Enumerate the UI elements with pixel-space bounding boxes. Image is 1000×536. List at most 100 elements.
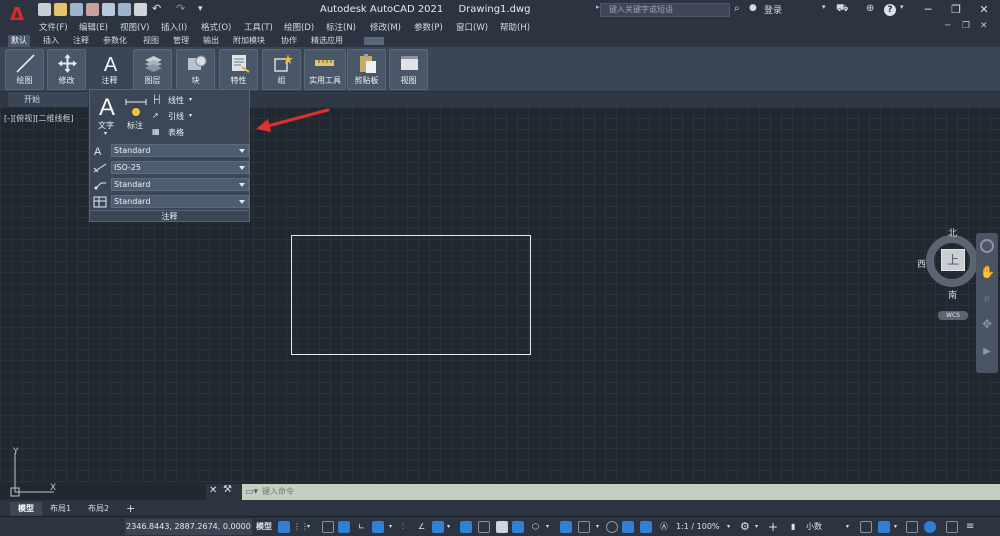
showmotion-icon[interactable]: ▶: [980, 345, 994, 359]
leader-button[interactable]: 引线: [168, 111, 184, 122]
user-icon[interactable]: ●: [749, 3, 757, 13]
infer-constraints-icon[interactable]: [322, 521, 334, 533]
object-snap-icon[interactable]: [432, 521, 444, 533]
dynamic-ucs-icon[interactable]: ⬡: [532, 520, 539, 534]
ucs-dropdown-icon[interactable]: ▾: [546, 520, 549, 534]
utilities-button[interactable]: 实用工具: [304, 49, 346, 90]
add-layout-button[interactable]: +: [118, 502, 143, 516]
units-icon[interactable]: ▮: [791, 520, 795, 534]
restore-button[interactable]: ❐: [942, 1, 970, 19]
search-input[interactable]: 键入关键字或短语: [600, 3, 730, 17]
leader-dropdown-icon[interactable]: ▾: [189, 112, 192, 119]
minimize-button[interactable]: ─: [914, 1, 942, 19]
draw-button[interactable]: 绘图: [5, 49, 44, 90]
quick-properties-icon[interactable]: [860, 521, 872, 533]
osnap-dropdown-icon[interactable]: ▾: [447, 520, 450, 534]
help-icon[interactable]: ?: [884, 4, 896, 16]
scale-dropdown-icon[interactable]: ▾: [727, 520, 730, 534]
menu-window[interactable]: 窗口(W): [456, 21, 488, 33]
close-icon[interactable]: ✕: [209, 485, 217, 496]
units-dropdown-icon[interactable]: ▾: [846, 520, 849, 534]
block-button[interactable]: 块: [176, 49, 215, 90]
plot-icon[interactable]: [134, 3, 147, 16]
new-file-icon[interactable]: [38, 3, 51, 16]
linear-dropdown-icon[interactable]: ▾: [189, 96, 192, 103]
tab-addins[interactable]: 附加模块: [230, 35, 268, 47]
tab-output[interactable]: 输出: [200, 35, 222, 47]
cart-icon[interactable]: ⛟: [836, 3, 849, 16]
view-button[interactable]: 视图: [389, 49, 428, 90]
polar-dropdown-icon[interactable]: ▾: [389, 520, 392, 534]
modify-button[interactable]: 修改: [47, 49, 86, 90]
doc-minimize-button[interactable]: ─: [945, 21, 950, 31]
save-icon[interactable]: [70, 3, 83, 16]
annotation-plus-icon[interactable]: +: [768, 520, 778, 534]
redo-icon[interactable]: ↷: [176, 3, 189, 16]
compass-south[interactable]: 南: [948, 288, 957, 301]
orbit-icon[interactable]: ✥: [980, 317, 994, 331]
save-web-icon[interactable]: [118, 3, 131, 16]
polar-tracking-icon[interactable]: [372, 521, 384, 533]
menu-tools[interactable]: 工具(T): [244, 21, 273, 33]
layers-button[interactable]: 图层: [133, 49, 172, 90]
viewport-controls-label[interactable]: [-][俯视][二维线框]: [4, 113, 74, 124]
steering-wheel-icon[interactable]: [980, 239, 994, 253]
selection-filter-icon[interactable]: [560, 521, 572, 533]
tab-insert[interactable]: 插入: [40, 35, 62, 47]
customize-quick-access-icon[interactable]: ▾: [198, 3, 211, 16]
units-value[interactable]: 小数: [806, 520, 822, 534]
dimension-button[interactable]: 标注: [127, 120, 143, 131]
doc-restore-button[interactable]: ❐: [962, 21, 970, 31]
tab-collaborate[interactable]: 协作: [278, 35, 300, 47]
menu-modify[interactable]: 修改(M): [370, 21, 401, 33]
lock-ui-icon[interactable]: [878, 521, 890, 533]
workspace-dropdown-icon[interactable]: ▾: [755, 520, 758, 534]
menu-file[interactable]: 文件(F): [39, 21, 68, 33]
menu-draw[interactable]: 绘图(D): [284, 21, 314, 33]
close-button[interactable]: ✕: [970, 1, 998, 19]
coordinates-display[interactable]: 2346.8443, 2887.2674, 0.0000: [125, 519, 252, 535]
pan-icon[interactable]: ✋: [980, 265, 995, 279]
menu-edit[interactable]: 编辑(E): [79, 21, 108, 33]
workspace-gear-icon[interactable]: ⚙: [740, 520, 750, 534]
tab-manage[interactable]: 管理: [170, 35, 192, 47]
drawn-rectangle[interactable]: [291, 235, 531, 355]
login-dropdown-icon[interactable]: ▾: [822, 3, 826, 11]
lineweight-icon[interactable]: [460, 521, 472, 533]
doc-close-button[interactable]: ✕: [980, 21, 988, 31]
menu-insert[interactable]: 插入(I): [161, 21, 187, 33]
selection-cycling-icon[interactable]: [496, 521, 508, 533]
snap-dropdown-icon[interactable]: ▾: [307, 520, 310, 534]
zoom-icon[interactable]: ⌕: [980, 291, 994, 305]
wcs-menu[interactable]: WCS: [938, 311, 968, 320]
properties-button[interactable]: 特性: [219, 49, 258, 90]
annotation-scale-icon[interactable]: Ⓐ: [660, 520, 668, 534]
text-style-select[interactable]: Standard: [111, 144, 249, 157]
isolate-objects-icon[interactable]: [906, 521, 918, 533]
model-space-button[interactable]: 模型: [256, 520, 272, 534]
tab-model[interactable]: 模型: [10, 502, 42, 516]
compass-north[interactable]: 北: [948, 226, 957, 239]
search-icon[interactable]: ⌕: [734, 3, 740, 14]
auto-scale-icon[interactable]: [640, 521, 652, 533]
group-button[interactable]: 组: [262, 49, 301, 90]
grid-icon[interactable]: [278, 521, 290, 533]
search-expand-icon[interactable]: ▸: [596, 3, 600, 11]
annotation-scale-value[interactable]: 1:1 / 100%: [676, 520, 720, 534]
table-style-select[interactable]: Standard: [111, 195, 249, 208]
isodraft-icon[interactable]: ⫶: [402, 520, 404, 534]
open-web-icon[interactable]: [102, 3, 115, 16]
undo-icon[interactable]: ↶: [152, 3, 165, 16]
tab-annotate[interactable]: 注释: [70, 35, 92, 47]
tab-default[interactable]: 默认: [8, 35, 30, 47]
annotation-monitor-icon[interactable]: [606, 521, 618, 533]
menu-view[interactable]: 视图(V): [120, 21, 149, 33]
menu-dimension[interactable]: 标注(N): [326, 21, 356, 33]
viewcube-top-face[interactable]: 上: [941, 249, 965, 271]
object-snap-tracking-icon[interactable]: ∠: [418, 520, 425, 534]
tab-layout1[interactable]: 布局1: [42, 502, 79, 516]
exchange-icon[interactable]: ⊕: [866, 3, 874, 14]
customization-menu-icon[interactable]: ≡: [966, 520, 974, 534]
menu-parametric[interactable]: 参数(P): [414, 21, 443, 33]
compass-west[interactable]: 西: [917, 257, 926, 270]
